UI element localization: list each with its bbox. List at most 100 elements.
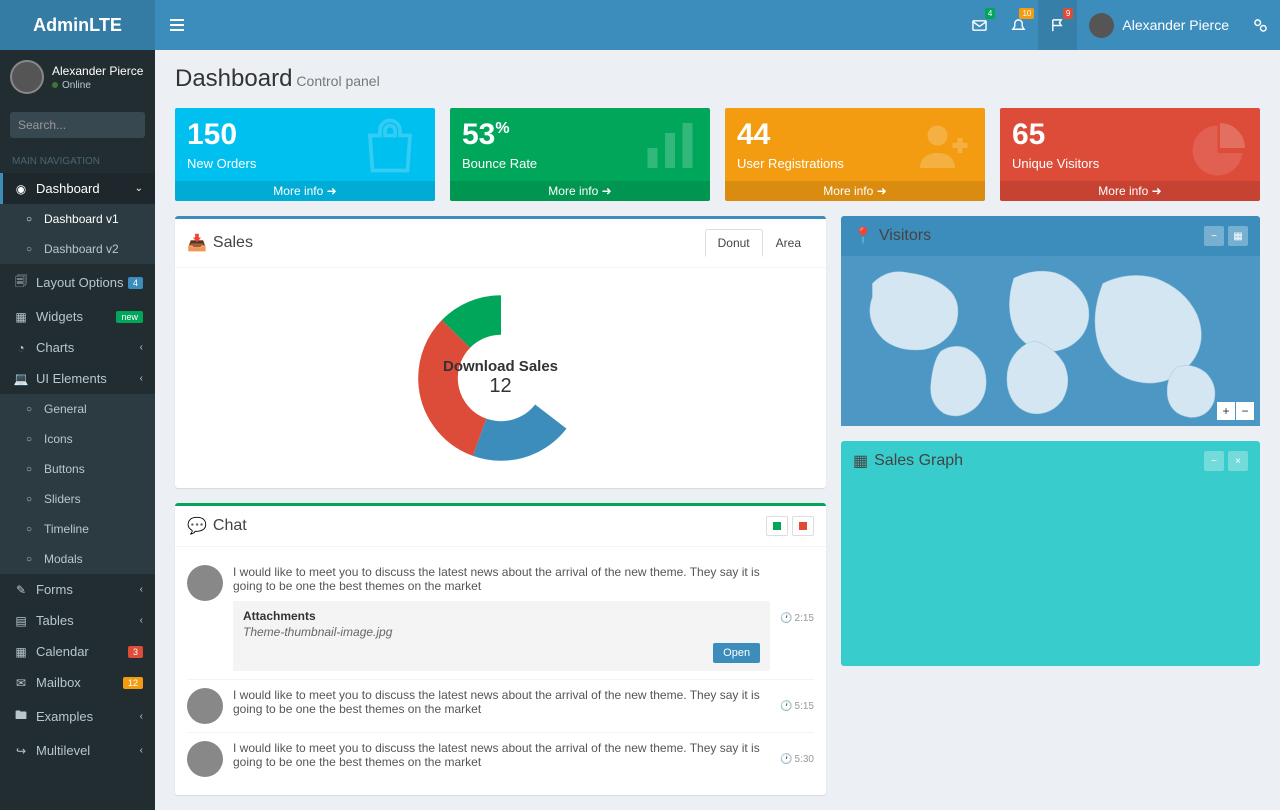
- pie-icon: [1190, 118, 1250, 178]
- chat-message: I would like to meet you to discuss the …: [187, 680, 814, 733]
- avatar: [187, 741, 223, 777]
- chevron-left-icon: ‹: [140, 711, 143, 722]
- edit-icon: ✎: [12, 583, 30, 597]
- chevron-left-icon: ‹: [140, 615, 143, 626]
- stat-more-link[interactable]: More info ➜: [450, 181, 710, 201]
- sidebar-item-timeline[interactable]: ○Timeline: [0, 514, 155, 544]
- user-panel: Alexander Pierce Online: [0, 50, 155, 104]
- clock-icon: 🕐: [780, 754, 792, 765]
- topbar-notifications[interactable]: 10: [999, 0, 1038, 50]
- stat-more-link[interactable]: More info ➜: [175, 181, 435, 201]
- collapse-button[interactable]: −: [1204, 451, 1224, 471]
- nav-header: MAIN NAVIGATION: [0, 146, 155, 173]
- topbar-user[interactable]: Alexander Pierce: [1077, 0, 1241, 50]
- sidebar-toggle[interactable]: [155, 0, 199, 50]
- chat-status-online[interactable]: [766, 516, 788, 536]
- stat-new-orders: 150New Orders More info ➜: [175, 108, 435, 201]
- sidebar-item-dashboard-v1[interactable]: ○Dashboard v1: [0, 204, 155, 234]
- donut-label: Download Sales: [443, 358, 558, 375]
- user-name[interactable]: Alexander Pierce: [52, 64, 143, 78]
- sidebar-item-charts[interactable]: ◔Charts‹: [0, 332, 155, 363]
- chevron-left-icon: ‹: [140, 745, 143, 756]
- stat-bounce-rate: 53%Bounce Rate More info ➜: [450, 108, 710, 201]
- sidebar-item-examples[interactable]: 🖿Examples‹: [0, 698, 155, 735]
- sidebar-item-icons[interactable]: ○Icons: [0, 424, 155, 454]
- arrow-right-icon: ➜: [602, 184, 612, 198]
- flag-icon: [1050, 18, 1065, 33]
- sidebar-item-layout[interactable]: 🗐Layout Options4: [0, 264, 155, 301]
- th-icon: ▦: [853, 451, 868, 471]
- map-zoom-out[interactable]: −: [1236, 402, 1254, 420]
- chat-time: 🕐5:30: [780, 741, 814, 777]
- chat-status-busy[interactable]: [792, 516, 814, 536]
- chat-time: 🕐5:15: [780, 688, 814, 724]
- comments-icon: 💬: [187, 516, 207, 536]
- map-marker-icon: 📍: [853, 226, 873, 246]
- bars-icon: [170, 18, 184, 32]
- avatar: [187, 688, 223, 724]
- map-zoom-in[interactable]: +: [1217, 402, 1235, 420]
- sales-graph-body: [841, 481, 1260, 666]
- tasks-badge: 9: [1063, 8, 1073, 19]
- chat-attachment: Attachments Theme-thumbnail-image.jpg Op…: [233, 601, 770, 671]
- notifications-badge: 10: [1019, 8, 1034, 19]
- open-button[interactable]: Open: [713, 643, 760, 663]
- sidebar-item-mailbox[interactable]: ✉Mailbox12: [0, 667, 155, 698]
- pie-icon: ◔: [12, 341, 30, 355]
- calendar-badge: 3: [128, 646, 143, 658]
- th-icon: ▦: [12, 310, 30, 324]
- circle-icon: ○: [20, 524, 38, 535]
- sidebar-item-widgets[interactable]: ▦Widgetsnew: [0, 301, 155, 332]
- calendar-button[interactable]: ▦: [1228, 226, 1248, 246]
- search-input[interactable]: [10, 112, 145, 138]
- topbar-settings[interactable]: [1241, 0, 1280, 50]
- chevron-left-icon: ‹: [140, 342, 143, 353]
- tab-area[interactable]: Area: [763, 229, 814, 257]
- world-map[interactable]: + −: [841, 256, 1260, 426]
- circle-icon: ○: [20, 404, 38, 415]
- chat-message: I would like to meet you to discuss the …: [187, 557, 814, 680]
- tab-donut[interactable]: Donut: [705, 229, 763, 257]
- topbar-tasks[interactable]: 9: [1038, 0, 1077, 50]
- sidebar-item-dashboard-v2[interactable]: ○Dashboard v2: [0, 234, 155, 264]
- chat-time: 🕐2:15: [780, 565, 814, 671]
- stat-more-link[interactable]: More info ➜: [725, 181, 985, 201]
- sales-graph-box: ▦Sales Graph − ×: [841, 441, 1260, 666]
- bell-icon: [1011, 18, 1026, 33]
- chevron-down-icon: ⌄: [135, 183, 143, 194]
- stat-unique-visitors: 65Unique Visitors More info ➜: [1000, 108, 1260, 201]
- laptop-icon: 💻: [12, 372, 30, 386]
- clock-icon: 🕐: [780, 613, 792, 624]
- envelope-icon: [972, 18, 987, 33]
- circle-icon: ○: [20, 494, 38, 505]
- messages-badge: 4: [985, 8, 995, 19]
- stat-user-registrations: 44User Registrations More info ➜: [725, 108, 985, 201]
- folder-icon: 🖿: [12, 706, 30, 727]
- arrow-right-icon: ➜: [327, 184, 337, 198]
- table-icon: ▤: [12, 614, 30, 628]
- sidebar-item-buttons[interactable]: ○Buttons: [0, 454, 155, 484]
- chevron-left-icon: ‹: [140, 584, 143, 595]
- calendar-icon: ▦: [12, 645, 30, 659]
- sidebar-item-calendar[interactable]: ▦Calendar3: [0, 636, 155, 667]
- chat-box: 💬Chat I would like to meet you to discus…: [175, 503, 826, 795]
- sidebar-item-dashboard[interactable]: ◉ Dashboard ⌄: [0, 173, 155, 204]
- files-icon: 🗐: [12, 272, 30, 293]
- sidebar-item-ui[interactable]: 💻UI Elements‹: [0, 363, 155, 394]
- chat-message: I would like to meet you to discuss the …: [187, 733, 814, 785]
- topbar-messages[interactable]: 4: [960, 0, 999, 50]
- sidebar-item-modals[interactable]: ○Modals: [0, 544, 155, 574]
- sidebar-item-tables[interactable]: ▤Tables‹: [0, 605, 155, 636]
- brand-logo[interactable]: AdminLTE: [0, 0, 155, 50]
- stat-more-link[interactable]: More info ➜: [1000, 181, 1260, 201]
- dashboard-icon: ◉: [12, 182, 30, 196]
- circle-icon: ○: [20, 214, 38, 225]
- sidebar-item-general[interactable]: ○General: [0, 394, 155, 424]
- sidebar-item-multilevel[interactable]: ↪Multilevel‹: [0, 735, 155, 766]
- sidebar-item-forms[interactable]: ✎Forms‹: [0, 574, 155, 605]
- close-button[interactable]: ×: [1228, 451, 1248, 471]
- gears-icon: [1253, 18, 1268, 33]
- content-header: DashboardControl panel: [155, 50, 1280, 93]
- sidebar-item-sliders[interactable]: ○Sliders: [0, 484, 155, 514]
- collapse-button[interactable]: −: [1204, 226, 1224, 246]
